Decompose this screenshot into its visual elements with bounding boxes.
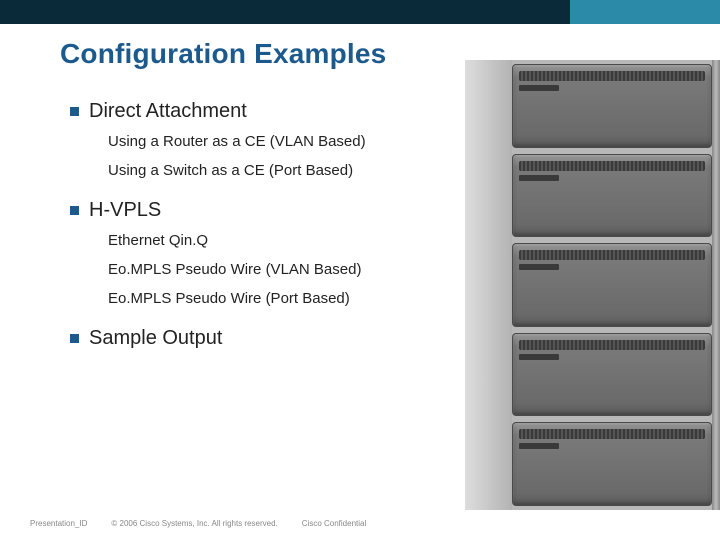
sub-item: Using a Switch as a CE (Port Based) [108, 160, 460, 181]
server-unit [512, 333, 712, 417]
server-unit [512, 64, 712, 148]
server-unit [512, 422, 712, 506]
heading-text: Direct Attachment [89, 100, 247, 123]
footer: Presentation_ID © 2006 Cisco Systems, In… [30, 519, 690, 528]
section-hvpls: H-VPLS Ethernet Qin.Q Eo.MPLS Pseudo Wir… [70, 199, 460, 309]
rack-column [512, 60, 712, 510]
slide-title: Configuration Examples [60, 38, 386, 70]
server-unit [512, 243, 712, 327]
bullet-icon [70, 206, 79, 215]
section-direct-attachment: Direct Attachment Using a Router as a CE… [70, 100, 460, 181]
bullet-icon [70, 334, 79, 343]
top-bar-accent [570, 0, 720, 24]
sub-item: Using a Router as a CE (VLAN Based) [108, 131, 460, 152]
footer-presentation-id: Presentation_ID [30, 519, 87, 528]
section-heading: Sample Output [70, 327, 460, 350]
bullet-icon [70, 107, 79, 116]
heading-text: Sample Output [89, 327, 222, 350]
footer-confidential: Cisco Confidential [302, 519, 366, 528]
section-heading: Direct Attachment [70, 100, 460, 123]
footer-copyright: © 2006 Cisco Systems, Inc. All rights re… [111, 519, 277, 528]
top-bar [0, 0, 720, 24]
sub-item: Ethernet Qin.Q [108, 230, 460, 251]
slide: Configuration Examples Direct Attachment… [0, 0, 720, 540]
sub-item: Eo.MPLS Pseudo Wire (VLAN Based) [108, 259, 460, 280]
rack-shadow [465, 60, 511, 510]
rack-rail [712, 60, 720, 510]
content-area: Direct Attachment Using a Router as a CE… [70, 100, 460, 368]
sub-item: Eo.MPLS Pseudo Wire (Port Based) [108, 288, 460, 309]
server-unit [512, 154, 712, 238]
heading-text: H-VPLS [89, 199, 161, 222]
section-sample-output: Sample Output [70, 327, 460, 350]
section-heading: H-VPLS [70, 199, 460, 222]
server-rack-image [465, 60, 720, 510]
